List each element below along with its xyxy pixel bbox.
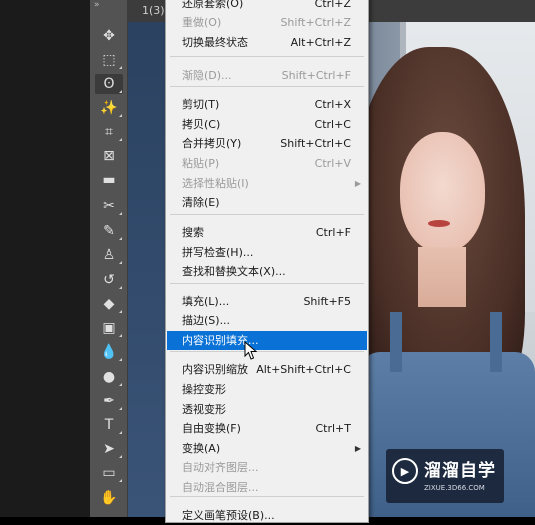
menu-item[interactable]: 自由变换(F) Ctrl+T <box>167 419 367 438</box>
menu-item[interactable]: 描边(S)... <box>167 311 367 330</box>
menu-item-label: 搜索 <box>182 226 204 239</box>
play-icon: ▶ <box>392 458 418 484</box>
submenu-arrow-icon: ▶ <box>354 444 361 453</box>
dodge-icon[interactable]: ● <box>95 367 123 387</box>
watermark: ▶ 溜溜自学 ZIXUE.3D66.COM <box>386 449 504 503</box>
frame-icon[interactable]: ⊠ <box>95 146 123 166</box>
menu-separator <box>170 86 364 87</box>
menu-item-label: 自动对齐图层... <box>182 461 259 474</box>
eraser-icon[interactable]: ◆ <box>95 294 123 314</box>
hand-icon[interactable]: ✋ <box>95 488 123 508</box>
menu-item[interactable]: 内容识别填充... <box>167 331 367 350</box>
menu-item-shortcut: Alt+Shift+Ctrl+C <box>256 363 351 376</box>
menu-item-label: 渐隐(D)... <box>182 69 232 82</box>
menu-item-label: 粘贴(P) <box>182 157 220 170</box>
menu-item-label: 填充(L)... <box>182 295 230 308</box>
magic-wand-icon[interactable]: ✨ <box>95 98 123 118</box>
menu-item[interactable]: 变换(A) ▶ <box>167 439 367 458</box>
menu-item[interactable]: 操控变形 <box>167 380 367 399</box>
menu-item-label: 清除(E) <box>182 196 220 209</box>
history-brush-icon[interactable]: ↺ <box>95 270 123 290</box>
menu-item-label: 剪切(T) <box>182 98 220 111</box>
lasso-icon[interactable]: ʘ <box>95 74 123 94</box>
menu-item-shortcut: Shift+F5 <box>303 295 351 308</box>
menu-item-shortcut: Ctrl+X <box>314 98 351 111</box>
menu-item-shortcut: Shift+Ctrl+Z <box>280 16 351 29</box>
menu-item: 自动混合图层... <box>167 478 367 497</box>
menu-item-shortcut: Shift+Ctrl+C <box>280 137 351 150</box>
menu-separator <box>170 351 364 352</box>
menu-item[interactable]: 内容识别缩放 Alt+Shift+Ctrl+C <box>167 360 367 379</box>
menu-item[interactable]: 合并拷贝(Y) Shift+Ctrl+C <box>167 134 367 153</box>
menu-item-shortcut: Ctrl+F <box>315 226 351 239</box>
menu-item[interactable]: 定义画笔预设(B)... <box>167 506 367 525</box>
menu-item-label: 描边(S)... <box>182 314 231 327</box>
menu-item-label: 自由变换(F) <box>182 422 241 435</box>
menu-separator <box>170 496 364 497</box>
menu-separator <box>170 56 364 57</box>
menu-item: 渐隐(D)... Shift+Ctrl+F <box>167 66 367 85</box>
panel-collapse-icon[interactable]: » <box>94 0 100 10</box>
watermark-brand: 溜溜自学 <box>424 461 496 481</box>
menu-item-label: 自动混合图层... <box>182 481 259 494</box>
move-icon[interactable]: ✥ <box>95 26 123 46</box>
healing-brush-icon[interactable]: ✂ <box>95 196 123 216</box>
menu-item[interactable]: 清除(E) <box>167 193 367 212</box>
rectangle-shape-icon[interactable]: ▭ <box>95 463 123 483</box>
blur-icon[interactable]: 💧 <box>95 342 123 362</box>
menu-item[interactable]: 搜索 Ctrl+F <box>167 223 367 242</box>
gradient-icon[interactable]: ▣ <box>95 318 123 338</box>
tools-panel: » ✥ ⬚ ʘ ✨ ⌗ ⊠ ▬ ✂ ✎ ♙ ↺ ◆ ▣ 💧 ● ✒ T ➤ ▭ ✋ <box>90 0 128 517</box>
menu-item: 选择性粘贴(I) ▶ <box>167 174 367 193</box>
edit-menu: 还原套索(O) Ctrl+Z 重做(O) Shift+Ctrl+Z 切换最终状态 Alt+… <box>165 0 369 523</box>
menu-item-label: 操控变形 <box>182 383 226 396</box>
menu-item-shortcut: Ctrl+C <box>314 118 351 131</box>
menu-item-label: 选择性粘贴(I) <box>182 177 249 190</box>
menu-item[interactable]: 切换最终状态 Alt+Ctrl+Z <box>167 33 367 52</box>
menu-item-label: 切换最终状态 <box>182 36 248 49</box>
menu-item[interactable]: 填充(L)... Shift+F5 <box>167 292 367 311</box>
menu-separator <box>170 283 364 284</box>
mouse-cursor-icon <box>244 341 258 360</box>
menu-item-label: 透视变形 <box>182 403 226 416</box>
menu-item: 自动对齐图层... <box>167 458 367 477</box>
menu-item-label: 还原套索(O) <box>182 0 244 10</box>
menu-item-label: 定义画笔预设(B)... <box>182 509 275 522</box>
menu-item[interactable]: 剪切(T) Ctrl+X <box>167 95 367 114</box>
type-icon[interactable]: T <box>95 415 123 435</box>
menu-item-shortcut: Ctrl+T <box>315 422 351 435</box>
menu-item-label: 重做(O) <box>182 16 222 29</box>
menu-item-label: 拼写检查(H)... <box>182 246 254 259</box>
ruler-icon[interactable]: ▬ <box>95 170 123 190</box>
menu-item-shortcut: Ctrl+V <box>314 157 351 170</box>
brush-icon[interactable]: ✎ <box>95 221 123 241</box>
submenu-arrow-icon: ▶ <box>354 179 361 188</box>
menu-item-shortcut: Shift+Ctrl+F <box>281 69 351 82</box>
menu-item-label: 变换(A) <box>182 442 221 455</box>
clone-stamp-icon[interactable]: ♙ <box>95 245 123 265</box>
canvas-left-edge[interactable] <box>128 22 166 517</box>
menu-separator <box>170 214 364 215</box>
pen-icon[interactable]: ✒ <box>95 391 123 411</box>
menu-item-shortcut: Ctrl+Z <box>314 0 351 10</box>
menu-item: 重做(O) Shift+Ctrl+Z <box>167 13 367 32</box>
menu-item[interactable]: 拷贝(C) Ctrl+C <box>167 115 367 134</box>
menu-item: 粘贴(P) Ctrl+V <box>167 154 367 173</box>
menu-item-label: 合并拷贝(Y) <box>182 137 242 150</box>
path-selection-icon[interactable]: ➤ <box>95 439 123 459</box>
crop-icon[interactable]: ⌗ <box>95 122 123 142</box>
menu-item[interactable]: 还原套索(O) Ctrl+Z <box>167 0 367 13</box>
marquee-icon[interactable]: ⬚ <box>95 50 123 70</box>
menu-item[interactable]: 拼写检查(H)... <box>167 243 367 262</box>
menu-item-label: 拷贝(C) <box>182 118 221 131</box>
menu-item[interactable]: 透视变形 <box>167 400 367 419</box>
menu-item-shortcut: Alt+Ctrl+Z <box>290 36 351 49</box>
menu-item[interactable]: 查找和替换文本(X)... <box>167 262 367 281</box>
watermark-url: ZIXUE.3D66.COM <box>424 484 485 492</box>
menu-item-label: 内容识别缩放 <box>182 363 248 376</box>
left-panel-background <box>0 0 90 517</box>
menu-item-label: 查找和替换文本(X)... <box>182 265 286 278</box>
